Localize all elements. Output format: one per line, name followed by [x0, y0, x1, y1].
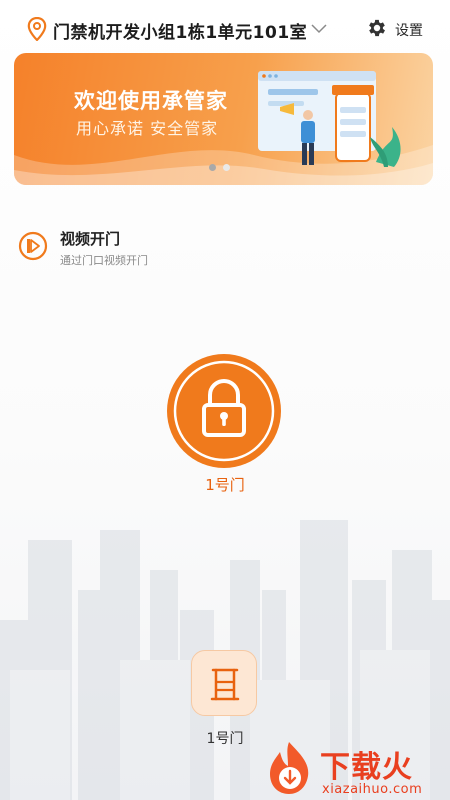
community-selector[interactable]: 门禁机开发小组1栋1单元101室	[53, 18, 307, 43]
unlock-button[interactable]	[166, 353, 282, 469]
chevron-down-icon[interactable]	[311, 22, 327, 34]
video-door-icon	[18, 231, 48, 261]
watermark: 下载火 xiazaihuo.com	[262, 738, 450, 800]
video-door-subtitle: 通过门口视频开门	[60, 254, 148, 267]
video-door-title: 视频开门	[60, 230, 121, 248]
app-screen: 门禁机开发小组1栋1单元101室 设置 欢迎使用承管家 用心承诺 安全管家 视频…	[0, 0, 450, 800]
video-door-entry[interactable]: 视频开门 通过门口视频开门	[18, 228, 218, 270]
watermark-brand: 下载火	[320, 750, 413, 785]
banner-title: 欢迎使用承管家	[74, 89, 228, 113]
watermark-url: xiazaihuo.com	[322, 782, 423, 797]
door-shortcut-button[interactable]	[191, 650, 257, 716]
gear-icon[interactable]	[366, 17, 388, 39]
banner-page-dot-active[interactable]	[209, 164, 216, 171]
main-door-label: 1号门	[205, 476, 245, 494]
door-icon	[210, 668, 240, 701]
flame-logo-icon	[270, 742, 309, 794]
top-bar: 门禁机开发小组1栋1单元101室 设置	[0, 10, 450, 50]
settings-label[interactable]: 设置	[395, 20, 423, 40]
map-pin-icon	[27, 17, 47, 41]
banner-page-dot[interactable]	[223, 164, 230, 171]
banner-illustration	[258, 71, 401, 167]
banner-subtitle: 用心承诺 安全管家	[76, 119, 219, 138]
